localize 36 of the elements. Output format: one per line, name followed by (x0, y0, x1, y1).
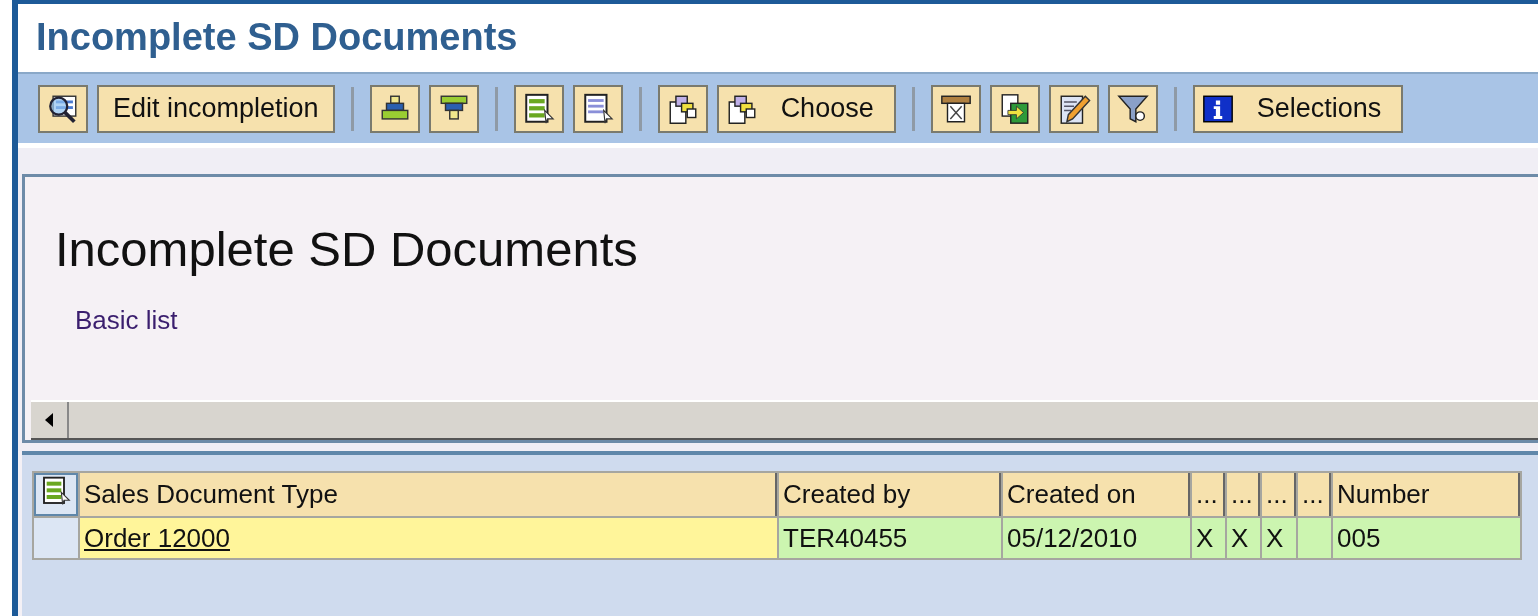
scroll-left-icon[interactable] (44, 412, 54, 428)
table-cell: 05/12/2010 (1003, 518, 1190, 558)
toolbar-button[interactable] (369, 84, 420, 133)
table-cell: X (1262, 518, 1296, 558)
column-header[interactable]: Created by (779, 473, 1001, 516)
column-header[interactable]: ... (1227, 473, 1260, 516)
column-header[interactable]: ... (1298, 473, 1331, 516)
horizontal-scrollbar[interactable] (31, 400, 1538, 440)
column-header[interactable]: Sales Document Type (80, 473, 777, 516)
list-icon (40, 475, 72, 507)
toolbar-button[interactable]: Edit incompletion (97, 84, 335, 133)
toolbar-button[interactable] (572, 84, 623, 133)
table-cell (1298, 518, 1331, 558)
list-subtitle: Basic list (75, 305, 179, 337)
toolbar-button[interactable] (428, 84, 479, 133)
toolbar-button[interactable]: Choose (716, 84, 896, 133)
table-cell: 005 (1333, 518, 1520, 558)
column-header[interactable]: ... (1262, 473, 1296, 516)
document-link[interactable]: Order 12000 (84, 522, 230, 553)
toolbar-button[interactable] (1107, 84, 1158, 133)
select-all-button[interactable] (34, 473, 78, 516)
window-title: Incomplete SD Documents (36, 15, 519, 60)
toolbar-button[interactable] (989, 84, 1040, 133)
column-header[interactable]: Number (1333, 473, 1520, 516)
toolbar-button[interactable] (1048, 84, 1099, 133)
toolbar-button[interactable]: Selections (1192, 84, 1404, 133)
table-cell: X (1192, 518, 1225, 558)
toolbar-button[interactable] (930, 84, 981, 133)
toolbar-button[interactable] (657, 84, 708, 133)
toolbar-button[interactable] (38, 84, 88, 133)
table-cell: X (1227, 518, 1260, 558)
column-header[interactable]: Created on (1003, 473, 1190, 516)
toolbar-button[interactable] (513, 84, 564, 133)
column-header[interactable]: ... (1192, 473, 1225, 516)
table-cell: TER40455 (779, 518, 1001, 558)
report-title: Incomplete SD Documents (55, 221, 639, 278)
